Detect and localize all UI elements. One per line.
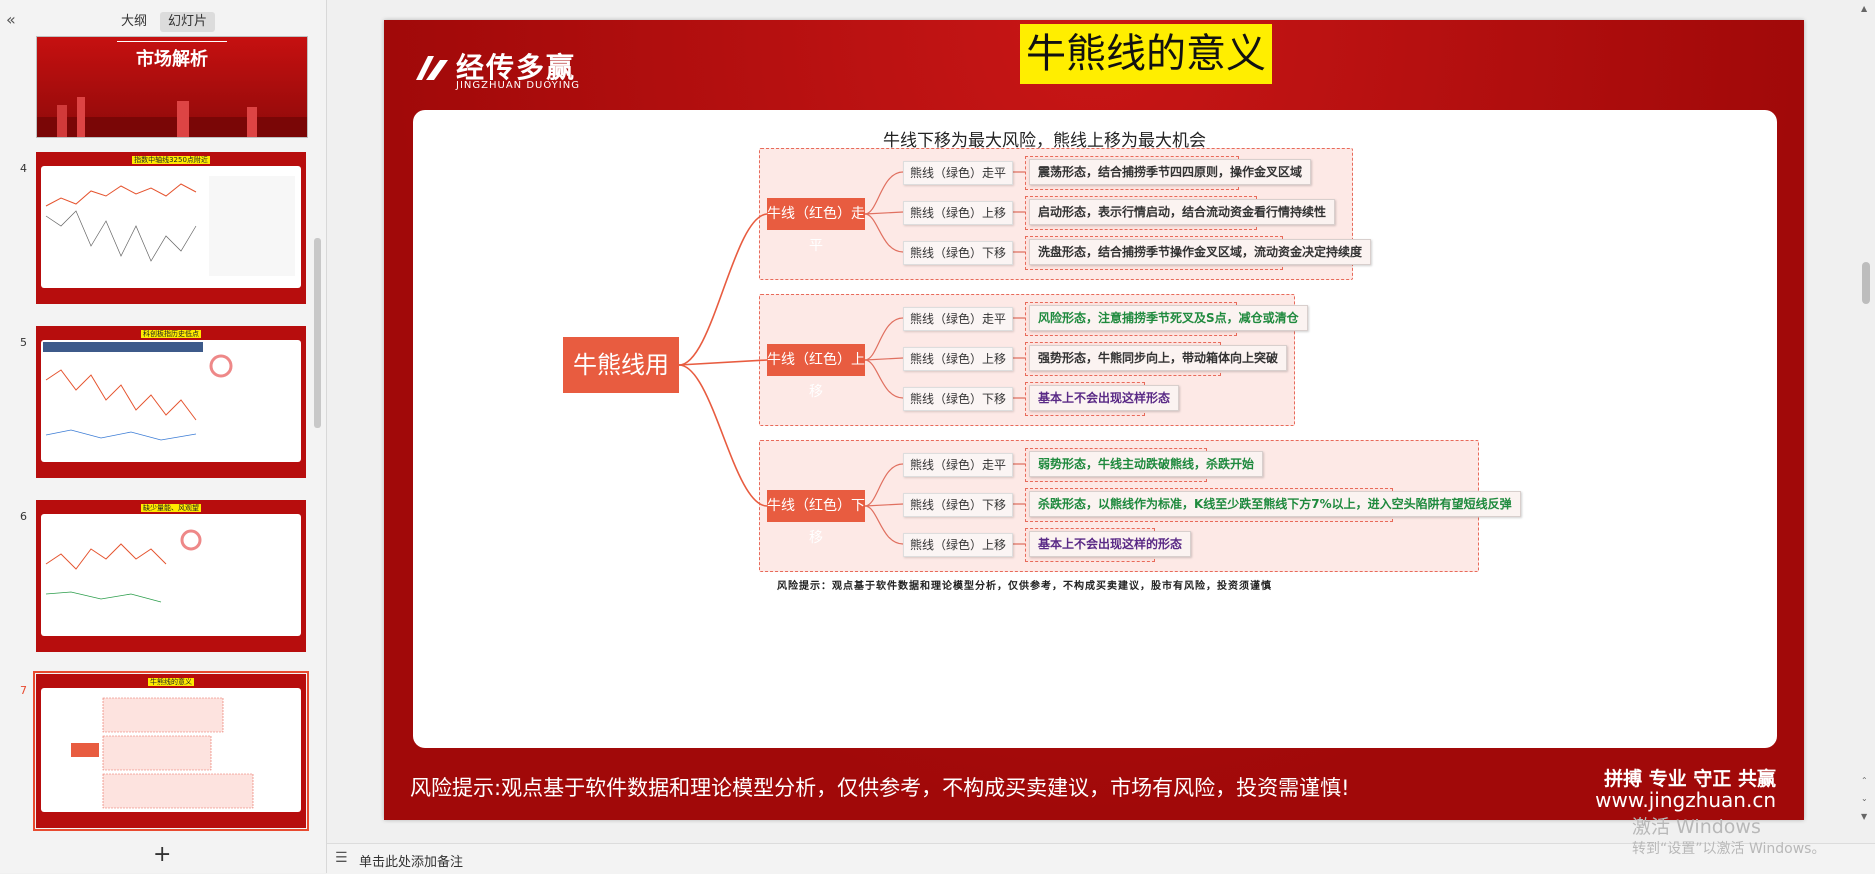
scroll-down-icon[interactable]: ▼ xyxy=(1861,812,1867,821)
slide-number: 5 xyxy=(20,336,27,349)
thumbnail-chart xyxy=(45,176,295,276)
condition-label[interactable]: 熊线（绿色）上移 xyxy=(903,347,1014,371)
next-slide-icon[interactable]: ⌄ xyxy=(1861,794,1868,803)
branch-bull-up[interactable]: 牛线（红色）上移 xyxy=(767,344,865,400)
slide-title[interactable]: 牛熊线的意义 xyxy=(1020,24,1272,84)
slide-thumbnail-7[interactable]: 牛熊线的意义 xyxy=(33,671,309,831)
notes-placeholder[interactable]: 单击此处添加备注 xyxy=(359,851,463,870)
thumbnail-mindmap xyxy=(71,697,254,809)
activation-watermark-subtitle: 转到“设置”以激活 Windows。 xyxy=(1632,841,1826,857)
condition-label[interactable]: 熊线（绿色）走平 xyxy=(903,161,1014,185)
prev-slide-icon[interactable]: ⌃ xyxy=(1861,776,1868,785)
footer-slogan: 拼搏 专业 守正 共赢 xyxy=(1604,768,1776,790)
description-leaf[interactable]: 风险形态，注意捕捞季节死叉及S点，减仓或清仓 xyxy=(1029,305,1308,331)
slide-panel: « 大纲 幻灯片 市场解析 4 指数中轴线3250点附近 5 科创板指历史低点 xyxy=(0,0,327,873)
description-leaf[interactable]: 震荡形态，结合捕捞季节四四原则，操作金叉区域 xyxy=(1029,159,1312,185)
description-leaf[interactable]: 基本上不会出现这样形态 xyxy=(1029,385,1180,411)
scrollbar-thumb[interactable] xyxy=(1862,262,1870,304)
description-leaf[interactable]: 杀跌形态，以熊线作为标准，K线至少跌至熊线下方7%以上，进入空头陷阱有望短线反弹 xyxy=(1029,491,1521,517)
description-leaf[interactable]: 启动形态，表示行情启动，结合流动资金看行情持续性 xyxy=(1029,199,1336,225)
collapse-panel-icon[interactable]: « xyxy=(6,10,16,29)
brand-name-en: JINGZHUAN DUOYING xyxy=(456,80,580,91)
notes-icon: ☰ xyxy=(335,850,348,866)
description-leaf[interactable]: 洗盘形态，结合捕捞季节操作金叉区域，流动资金决定持续度 xyxy=(1029,239,1372,265)
slide-number: 7 xyxy=(20,684,27,697)
main-vertical-scrollbar[interactable]: ▲ ⌃ ⌄ ▼ xyxy=(1856,0,1875,840)
thumbnail-divider xyxy=(117,41,227,42)
condition-label[interactable]: 熊线（绿色）上移 xyxy=(903,533,1014,557)
slide-number: 6 xyxy=(20,510,27,523)
slide-thumbnail-4[interactable]: 指数中轴线3250点附近 xyxy=(36,152,306,304)
condition-label[interactable]: 熊线（绿色）下移 xyxy=(903,387,1014,411)
thumbnail-chart xyxy=(45,529,202,603)
thumbnail-body xyxy=(41,340,301,462)
thumbnail-title: 牛熊线的意义 xyxy=(148,678,194,686)
cityscape-graphic xyxy=(37,97,307,137)
thumbnail-title: 指数中轴线3250点附近 xyxy=(132,156,210,164)
branch-bull-down[interactable]: 牛线（红色）下移 xyxy=(767,490,865,546)
footer-risk-text: 风险提示:观点基于软件数据和理论模型分析，仅供参考，不构成买卖建议，市场有风险，… xyxy=(410,776,1350,800)
branch-bull-flat[interactable]: 牛线（红色）走平 xyxy=(767,198,865,254)
condition-label[interactable]: 熊线（绿色）走平 xyxy=(903,307,1014,331)
scroll-up-icon[interactable]: ▲ xyxy=(1861,4,1867,13)
description-leaf[interactable]: 基本上不会出现这样的形态 xyxy=(1029,531,1192,557)
thumbnail-body xyxy=(41,514,301,636)
panel-scrollbar[interactable] xyxy=(314,238,321,428)
description-leaf[interactable]: 弱势形态，牛线主动跌破熊线，杀跌开始 xyxy=(1029,451,1264,477)
slide-canvas[interactable]: 经传多赢 JINGZHUAN DUOYING 牛熊线的意义 牛线下移为最大风险，… xyxy=(384,20,1804,820)
slide-thumbnail-5[interactable]: 科创板指历史低点 xyxy=(36,326,306,478)
add-slide-button[interactable]: + xyxy=(153,842,171,867)
footer-url: www.jingzhuan.cn xyxy=(1595,788,1776,812)
tab-slides[interactable]: 幻灯片 xyxy=(160,12,216,32)
thumbnail-title: 缺少量能、风观望 xyxy=(141,504,201,512)
tab-outline[interactable]: 大纲 xyxy=(113,12,155,32)
slide-number: 4 xyxy=(20,162,27,175)
mindmap-root[interactable]: 牛熊线用法 xyxy=(563,337,679,435)
thumbnail-title: 科创板指历史低点 xyxy=(141,330,201,338)
condition-label[interactable]: 熊线（绿色）上移 xyxy=(903,201,1014,225)
thumbnail-chart xyxy=(43,342,233,441)
brand-logo-icon xyxy=(416,56,448,80)
slide-thumbnail-6[interactable]: 缺少量能、风观望 xyxy=(36,500,306,652)
condition-label[interactable]: 熊线（绿色）走平 xyxy=(903,453,1014,477)
condition-label[interactable]: 熊线（绿色）下移 xyxy=(903,493,1014,517)
thumbnail-title: 市场解析 xyxy=(136,49,208,70)
condition-label[interactable]: 熊线（绿色）下移 xyxy=(903,241,1014,265)
thumbnail-body xyxy=(41,688,301,812)
description-leaf[interactable]: 强势形态，牛熊同步向上，带动箱体向上突破 xyxy=(1029,345,1288,371)
mindmap-risk-note: 风险提示：观点基于软件数据和理论模型分析，仅供参考，不构成买卖建议，股市有风险，… xyxy=(777,581,1272,592)
content-card: 牛线下移为最大风险，熊线上移为最大机会 牛熊线用法 牛线（红色）走平 牛线（红色 xyxy=(413,110,1777,748)
activation-watermark-title: 激活 Windows xyxy=(1632,816,1761,838)
thumbnail-body xyxy=(41,166,301,288)
slide-thumbnail-cover[interactable]: 市场解析 xyxy=(36,36,308,138)
